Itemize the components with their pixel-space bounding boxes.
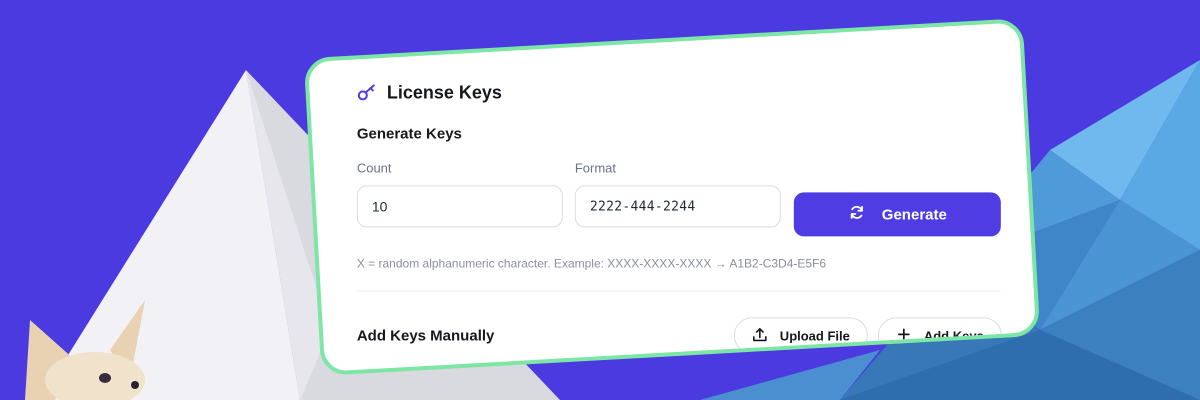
refresh-icon — [848, 203, 866, 225]
license-keys-card-content: License Keys Generate Keys Count 10 Form… — [356, 77, 1007, 363]
license-keys-card-wrapper: License Keys Generate Keys Count 10 Form… — [303, 18, 1041, 376]
format-label: Format — [574, 160, 617, 176]
upload-icon — [752, 326, 768, 345]
page-title: License Keys — [386, 81, 502, 102]
add-keys-manually-heading: Add Keys Manually — [356, 327, 495, 345]
format-hint: X = random alphanumeric character. Examp… — [356, 256, 827, 271]
generate-keys-heading: Generate Keys — [356, 125, 462, 143]
license-keys-card: License Keys Generate Keys Count 10 Form… — [303, 18, 1041, 376]
generate-button[interactable]: Generate — [793, 192, 1001, 237]
count-field: Count 10 — [356, 160, 563, 228]
generate-keys-form: Count 10 Format 2222-444-2244 Generate — [356, 160, 1007, 237]
count-input[interactable]: 10 — [356, 185, 563, 228]
card-header: License Keys — [357, 77, 1007, 107]
key-icon — [357, 82, 377, 102]
plus-icon — [896, 326, 912, 345]
generate-button-label: Generate — [881, 205, 947, 223]
format-field: Format 2222-444-2244 — [574, 160, 781, 228]
section-divider — [356, 290, 1001, 292]
upload-file-label: Upload File — [779, 327, 850, 343]
count-label: Count — [356, 160, 392, 176]
format-input[interactable]: 2222-444-2244 — [574, 185, 781, 228]
